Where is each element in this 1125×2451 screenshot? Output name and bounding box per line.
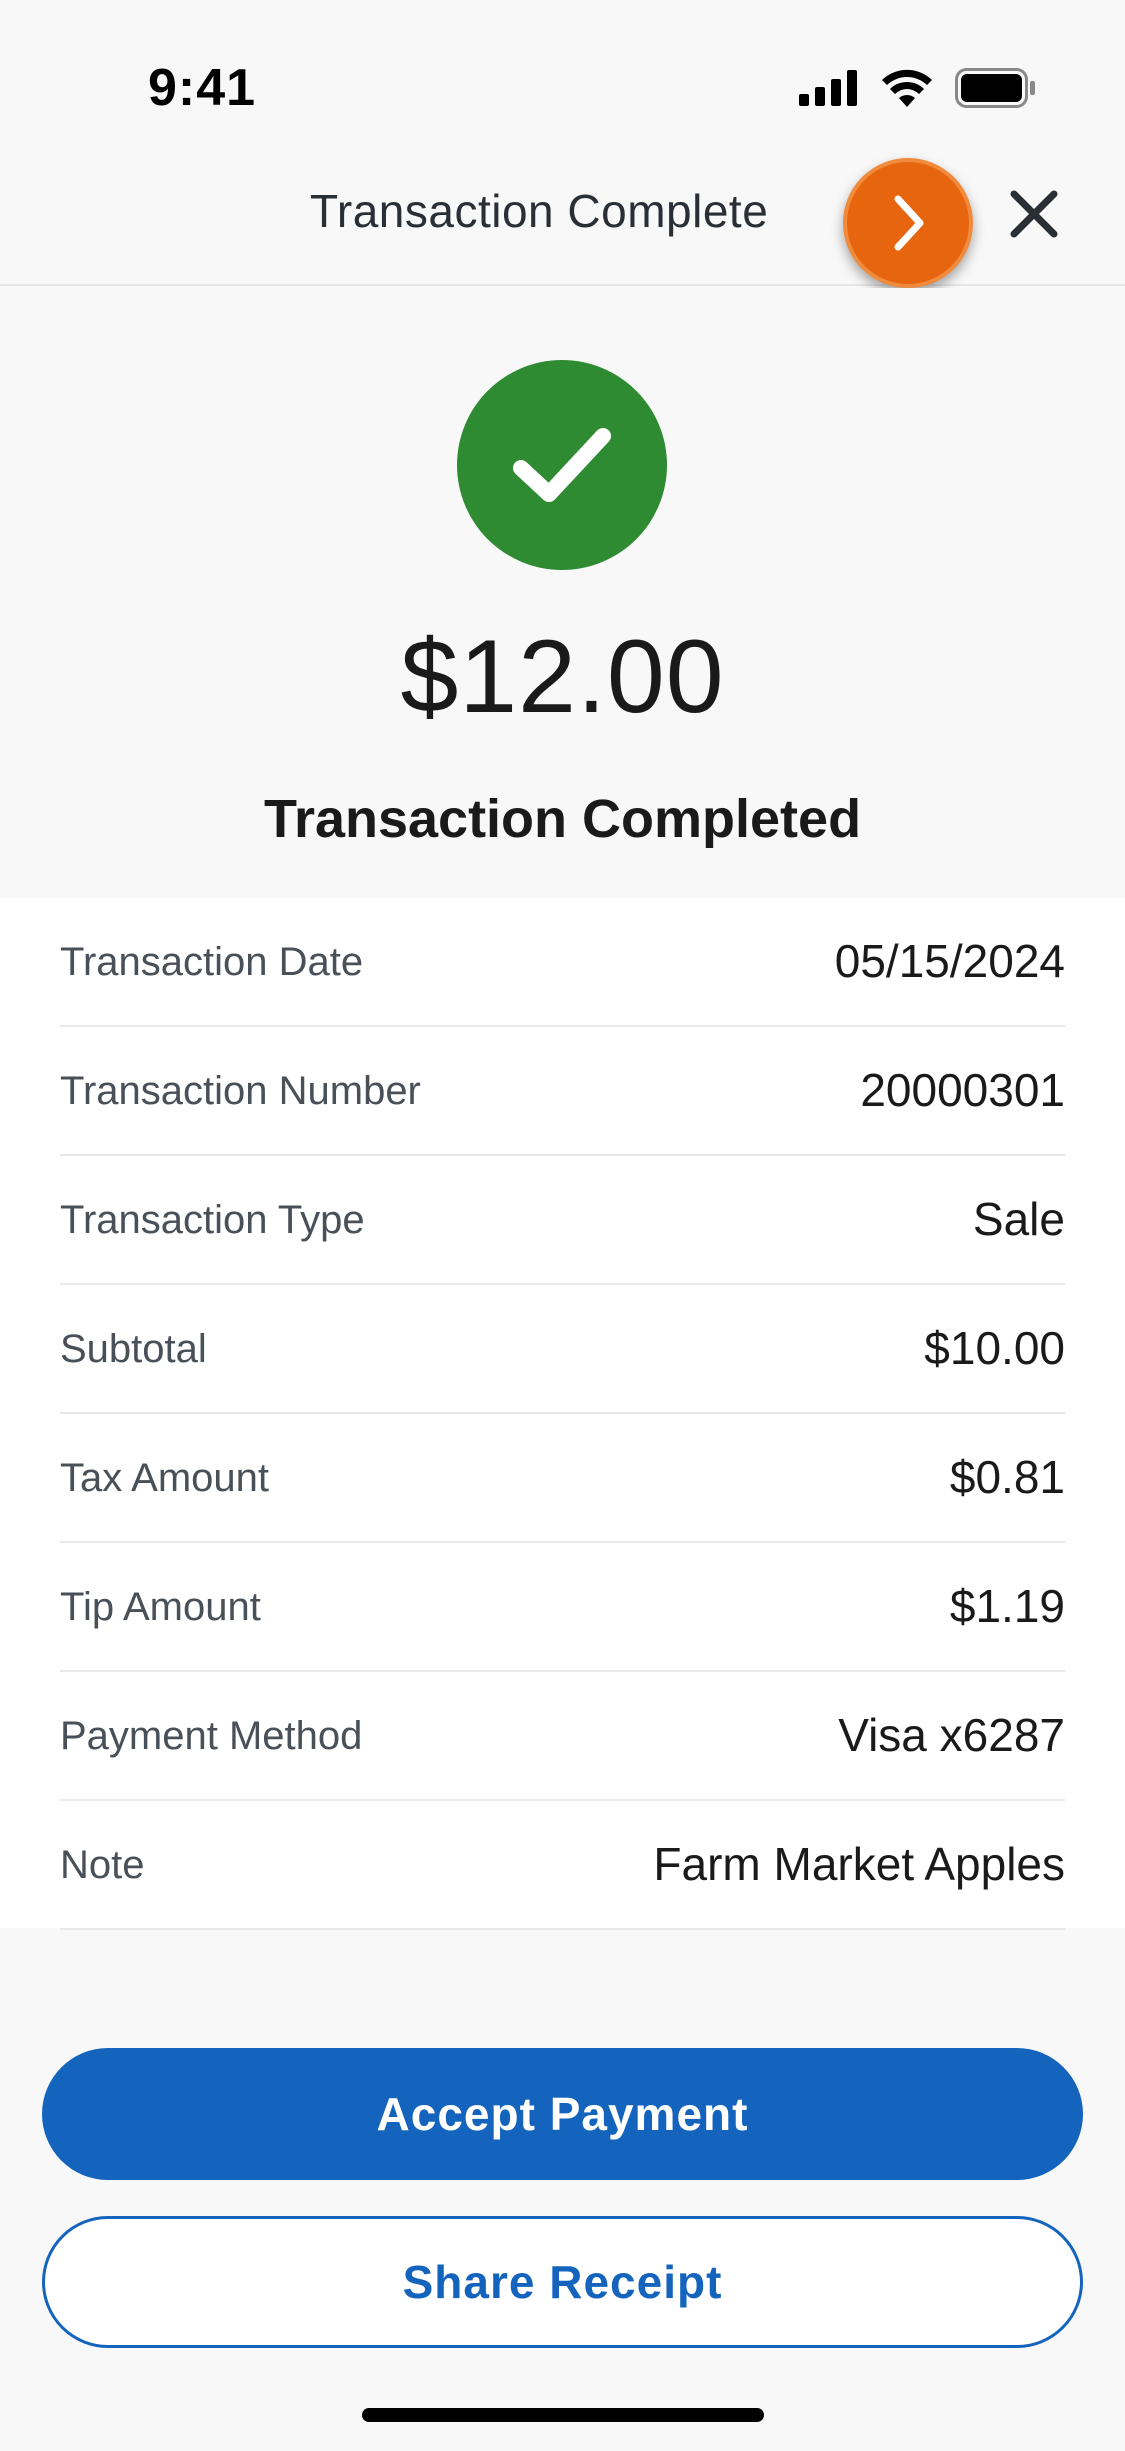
- detail-label: Transaction Number: [60, 1069, 421, 1113]
- detail-row-note: Note Farm Market Apples: [60, 1801, 1065, 1930]
- detail-value: $1.19: [949, 1580, 1065, 1632]
- accept-payment-button[interactable]: Accept Payment: [42, 2048, 1083, 2180]
- share-receipt-button[interactable]: Share Receipt: [42, 2216, 1083, 2348]
- detail-row-tax: Tax Amount $0.81: [60, 1414, 1065, 1543]
- transaction-summary: $12.00 Transaction Completed: [0, 288, 1125, 898]
- detail-row-subtotal: Subtotal $10.00: [60, 1285, 1065, 1414]
- next-button[interactable]: [843, 158, 973, 288]
- home-indicator: [362, 2408, 764, 2422]
- status-time: 9:41: [148, 59, 257, 117]
- detail-value: $0.81: [949, 1451, 1065, 1503]
- detail-label: Transaction Date: [60, 940, 364, 984]
- signal-icon: [799, 70, 857, 106]
- detail-label: Subtotal: [60, 1327, 207, 1371]
- transaction-status: Transaction Completed: [263, 789, 862, 849]
- detail-label: Tip Amount: [60, 1585, 261, 1629]
- close-icon: [1010, 190, 1058, 238]
- wifi-icon: [882, 69, 932, 107]
- checkmark-icon: [513, 428, 611, 502]
- detail-value: Farm Market Apples: [653, 1838, 1065, 1890]
- detail-value: 20000301: [860, 1064, 1065, 1116]
- header: Transaction Complete: [0, 150, 1125, 288]
- transaction-amount: $12.00: [400, 619, 725, 735]
- success-badge: [457, 360, 667, 570]
- battery-icon: [955, 68, 1035, 108]
- page-title: Transaction Complete: [310, 185, 769, 237]
- detail-row-number: Transaction Number 20000301: [60, 1027, 1065, 1156]
- status-icons: [799, 64, 1037, 112]
- detail-label: Note: [60, 1843, 145, 1887]
- detail-label: Tax Amount: [60, 1456, 270, 1500]
- chevron-right-icon: [894, 195, 924, 251]
- detail-value: 05/15/2024: [834, 935, 1065, 987]
- detail-label: Payment Method: [60, 1714, 363, 1758]
- detail-row-tip: Tip Amount $1.19: [60, 1543, 1065, 1672]
- detail-value: Sale: [972, 1193, 1065, 1245]
- detail-value: Visa x6287: [838, 1709, 1065, 1761]
- transaction-details: Transaction Date 05/15/2024 Transaction …: [0, 898, 1125, 1930]
- close-button[interactable]: [1002, 182, 1066, 246]
- detail-row-date: Transaction Date 05/15/2024: [60, 898, 1065, 1027]
- detail-value: $10.00: [924, 1322, 1065, 1374]
- detail-label: Transaction Type: [60, 1198, 365, 1242]
- detail-row-type: Transaction Type Sale: [60, 1156, 1065, 1285]
- detail-row-payment-method: Payment Method Visa x6287: [60, 1672, 1065, 1801]
- status-bar: 9:41: [0, 0, 1125, 150]
